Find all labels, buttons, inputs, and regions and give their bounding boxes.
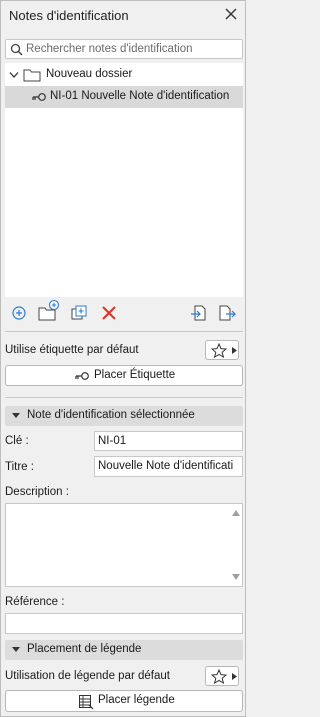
tree-toolbar <box>5 299 243 329</box>
tree-folder-row[interactable]: Nouveau dossier <box>5 64 243 86</box>
tree-folder-label: Nouveau dossier <box>46 68 133 80</box>
tree-note-label: NI-01 Nouvelle Note d'identification <box>50 90 230 102</box>
scroll-up-icon[interactable] <box>232 510 240 516</box>
search-input[interactable]: Rechercher notes d'identification <box>5 39 243 59</box>
key-field-value: NI-01 <box>98 435 127 447</box>
selected-note-section-header[interactable]: Note d'identification sélectionnée <box>5 406 243 426</box>
add-note-button[interactable] <box>9 303 29 323</box>
close-icon <box>225 8 237 20</box>
place-legend-text: Placer légende <box>98 694 175 706</box>
divider <box>5 331 243 332</box>
description-label: Description : <box>5 486 69 498</box>
key-label: Clé : <box>5 435 29 447</box>
collapse-triangle-icon <box>12 647 20 652</box>
folder-icon <box>23 69 41 82</box>
key-icon <box>75 372 89 380</box>
panel-title: Notes d'identification <box>9 8 129 23</box>
selected-note-section-title: Note d'identification sélectionnée <box>27 409 195 421</box>
title-field[interactable]: Nouvelle Note d'identificati <box>94 456 243 477</box>
close-button[interactable] <box>222 5 240 23</box>
notes-tree[interactable]: Nouveau dossier NI-01 Nouvelle Note d'id… <box>5 63 243 297</box>
star-icon <box>211 669 227 684</box>
reference-field[interactable] <box>5 613 243 634</box>
place-label-text: Placer Étiquette <box>94 369 176 381</box>
caret-right-icon <box>232 673 237 680</box>
duplicate-icon <box>71 305 87 320</box>
scrollbar[interactable] <box>229 504 242 586</box>
delete-button[interactable] <box>99 303 119 323</box>
key-field[interactable]: NI-01 <box>94 431 243 451</box>
chevron-down-icon[interactable] <box>9 71 19 79</box>
search-placeholder: Rechercher notes d'identification <box>26 43 193 55</box>
add-icon <box>12 306 26 320</box>
delete-icon <box>102 306 116 320</box>
legend-table-icon <box>79 695 94 710</box>
legend-favorites-dropdown[interactable] <box>205 666 239 686</box>
new-folder-button[interactable] <box>37 299 61 321</box>
favorites-dropdown[interactable] <box>205 340 239 360</box>
duplicate-button[interactable] <box>69 303 89 323</box>
default-label-text: Utilise étiquette par défaut <box>5 344 139 356</box>
export-icon <box>219 305 236 321</box>
title-label: Titre : <box>5 461 34 473</box>
new-folder-icon <box>38 299 60 321</box>
place-label-button[interactable]: Placer Étiquette <box>5 365 243 386</box>
reference-label: Référence : <box>5 596 65 608</box>
export-button[interactable] <box>217 303 237 323</box>
collapse-triangle-icon <box>12 413 20 418</box>
legend-section-title: Placement de légende <box>27 643 142 655</box>
title-field-value: Nouvelle Note d'identificati <box>98 460 234 472</box>
place-legend-button[interactable]: Placer légende <box>5 690 243 712</box>
search-icon <box>10 43 23 56</box>
legend-section-header[interactable]: Placement de légende <box>5 640 243 660</box>
default-legend-text: Utilisation de légende par défaut <box>5 670 170 682</box>
identification-notes-panel: Notes d'identification Rechercher notes … <box>0 0 246 717</box>
description-textarea[interactable] <box>5 503 243 587</box>
tree-note-row[interactable]: NI-01 Nouvelle Note d'identification <box>5 86 243 108</box>
import-icon <box>191 305 206 321</box>
caret-right-icon <box>232 347 237 354</box>
divider <box>5 397 243 398</box>
key-icon <box>32 93 46 101</box>
scroll-down-icon[interactable] <box>232 574 240 580</box>
import-button[interactable] <box>189 303 209 323</box>
star-icon <box>211 343 227 358</box>
